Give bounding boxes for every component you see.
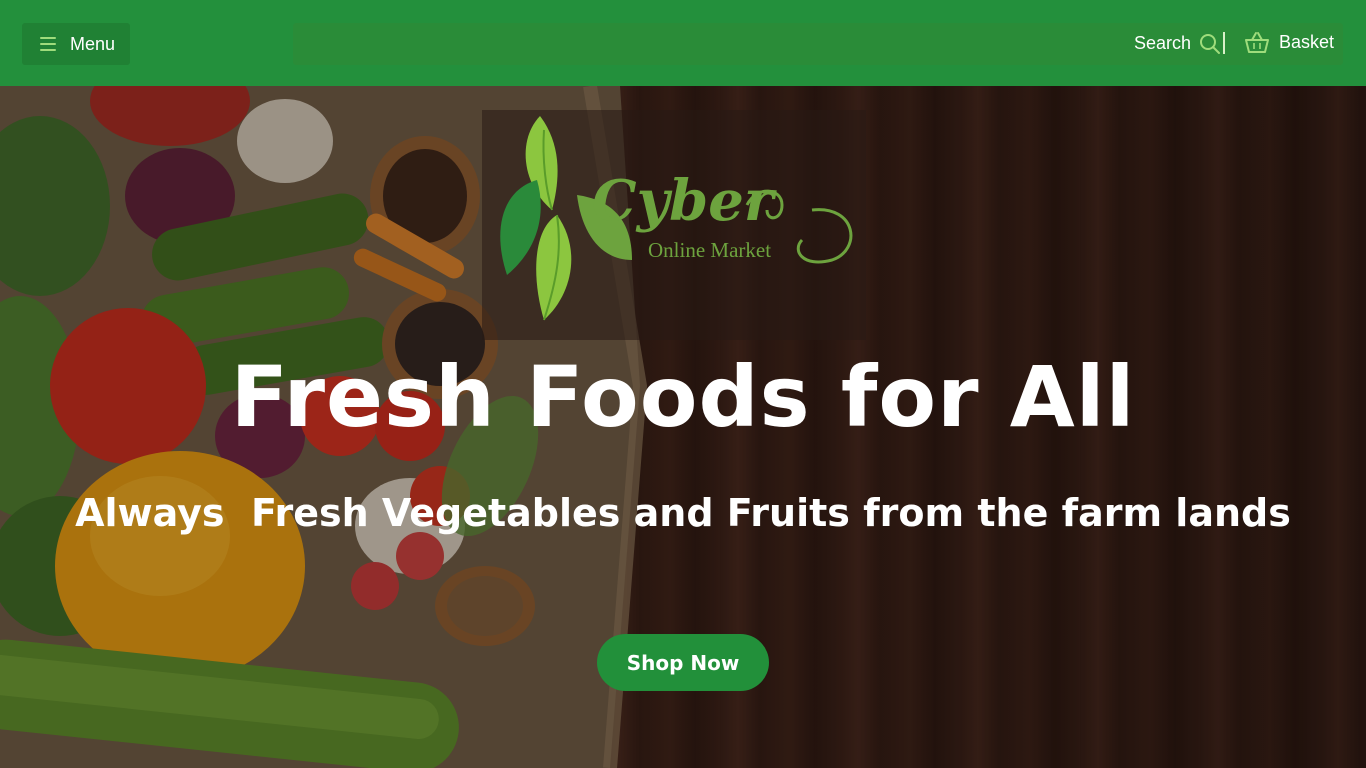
hamburger-icon xyxy=(40,37,56,51)
search-icon[interactable] xyxy=(1199,33,1221,55)
shop-now-button[interactable]: Shop Now xyxy=(597,634,769,691)
top-nav-bar: Menu Search Basket xyxy=(0,0,1366,86)
nav-divider xyxy=(1223,32,1225,54)
hero-subheadline: Always Fresh Vegetables and Fruits from … xyxy=(75,491,1291,535)
basket-label[interactable]: Basket xyxy=(1279,32,1334,53)
logo-subtitle: Online Market xyxy=(648,238,772,262)
hero-headline: Fresh Foods for All xyxy=(230,348,1136,446)
leaf-logo-icon: Cyber xyxy=(500,116,853,321)
hero-banner: Cyber Online Market Fresh Foods for All … xyxy=(0,86,1366,768)
basket-icon[interactable] xyxy=(1244,31,1270,55)
logo[interactable]: Cyber Online Market xyxy=(482,110,866,340)
menu-button[interactable]: Menu xyxy=(22,23,130,65)
search-label[interactable]: Search xyxy=(1134,33,1191,54)
menu-label: Menu xyxy=(70,33,116,54)
